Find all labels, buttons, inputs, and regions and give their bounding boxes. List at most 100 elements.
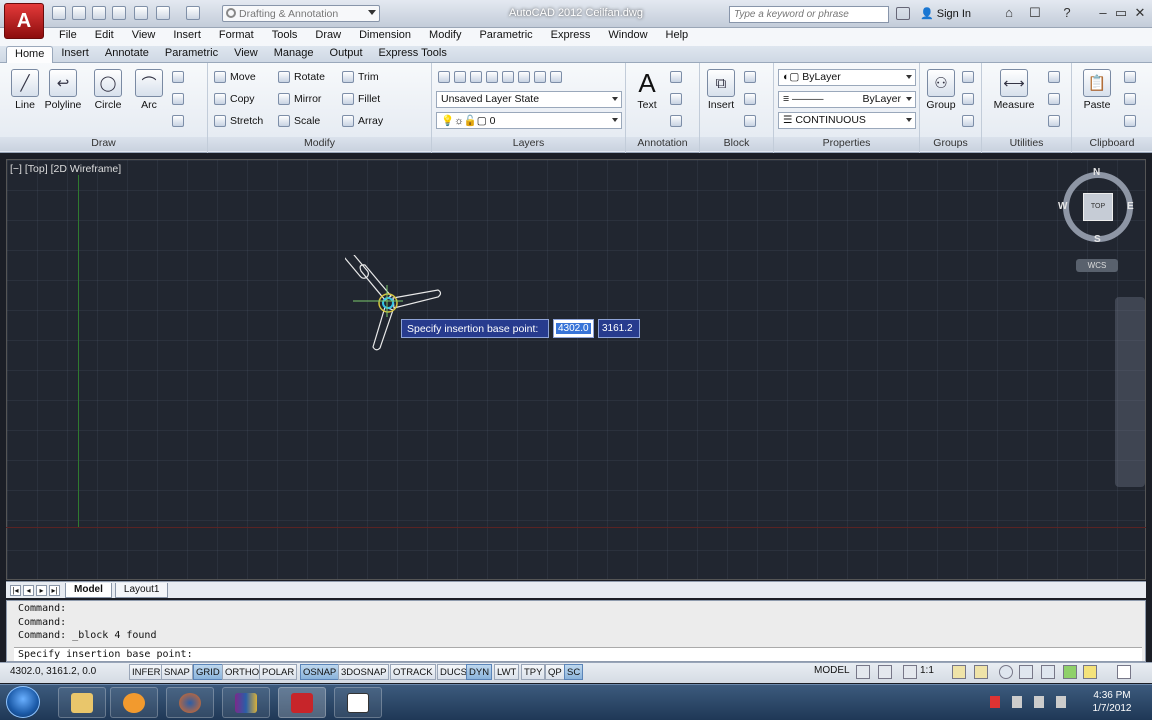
- layer-off-icon[interactable]: [454, 71, 466, 83]
- rotate-button[interactable]: Rotate: [278, 69, 325, 85]
- compass-south[interactable]: S: [1094, 234, 1101, 245]
- annotation-visibility-icon[interactable]: [952, 665, 966, 679]
- create-block-tool[interactable]: [744, 69, 760, 85]
- drawing-canvas[interactable]: [6, 159, 1146, 580]
- quick-select-tool[interactable]: [1048, 69, 1064, 85]
- status-toggle-3dosnap[interactable]: 3DOSNAP: [338, 664, 390, 680]
- status-toggle-sc[interactable]: SC: [564, 664, 584, 680]
- ungroup-tool[interactable]: [962, 69, 978, 85]
- application-menu-button[interactable]: A: [4, 3, 44, 39]
- cut-tool[interactable]: [1124, 69, 1140, 85]
- copy-clip-tool[interactable]: [1124, 91, 1140, 107]
- status-toggle-snap[interactable]: SNAP: [161, 664, 193, 680]
- quick-view-drawings-icon[interactable]: [878, 665, 892, 679]
- close-icon[interactable]: ✕: [1131, 5, 1149, 22]
- lightbulb-icon[interactable]: [1083, 665, 1097, 679]
- taskbar-winrar[interactable]: [222, 687, 270, 718]
- compass-west[interactable]: W: [1058, 201, 1067, 212]
- menu-format[interactable]: Format: [210, 28, 263, 46]
- viewcube-top-face[interactable]: TOP: [1083, 193, 1113, 221]
- x-coordinate-input[interactable]: 4302.0: [553, 319, 594, 338]
- tab-insert[interactable]: Insert: [53, 46, 97, 62]
- status-toggle-dyn[interactable]: DYN: [466, 664, 493, 680]
- menu-view[interactable]: View: [123, 28, 165, 46]
- taskbar-firefox[interactable]: [166, 687, 214, 718]
- menu-insert[interactable]: Insert: [164, 28, 210, 46]
- table-tool[interactable]: [670, 113, 686, 129]
- match-properties-tool[interactable]: [1124, 113, 1140, 129]
- layer-dropdown[interactable]: 💡☼🔓▢ 0: [436, 112, 622, 129]
- y-coordinate-input[interactable]: 3161.2: [598, 319, 640, 338]
- text-button[interactable]: A Text: [626, 68, 668, 112]
- annotation-scale-icon[interactable]: [903, 665, 917, 679]
- tab-manage[interactable]: Manage: [266, 46, 322, 62]
- group-select-tool[interactable]: [962, 113, 978, 129]
- clipboard-panel-label[interactable]: Clipboard: [1072, 137, 1152, 151]
- menu-help[interactable]: Help: [657, 28, 698, 46]
- scale-button[interactable]: Scale: [278, 113, 320, 129]
- circle-button[interactable]: ◯ Circle: [87, 69, 129, 111]
- status-toggle-lwt[interactable]: LWT: [494, 664, 520, 680]
- status-toggle-tpy[interactable]: TPY: [521, 664, 546, 680]
- menu-file[interactable]: File: [50, 28, 86, 46]
- binoculars-icon[interactable]: [896, 7, 910, 20]
- status-toggle-grid[interactable]: GRID: [193, 664, 223, 680]
- arc-button[interactable]: ⌒ Arc: [128, 69, 170, 111]
- help-comm-icon[interactable]: ☐: [1026, 5, 1044, 22]
- layer-properties-icon[interactable]: [438, 71, 450, 83]
- utilities-panel-label[interactable]: Utilities: [982, 137, 1071, 151]
- status-toggle-ducs[interactable]: DUCS: [437, 664, 470, 680]
- menu-parametric[interactable]: Parametric: [470, 28, 541, 46]
- layer-isolate-icon[interactable]: [470, 71, 482, 83]
- insert-block-button[interactable]: ⧉ Insert: [700, 69, 742, 111]
- first-tab-icon[interactable]: |◂: [10, 584, 21, 596]
- tray-flag-icon[interactable]: [1056, 696, 1066, 708]
- status-toggle-osnap[interactable]: OSNAP: [300, 664, 340, 680]
- edit-block-tool[interactable]: [744, 91, 760, 107]
- system-clock[interactable]: 4:36 PM 1/7/2012: [1080, 689, 1144, 715]
- tray-volume-icon[interactable]: [1012, 696, 1022, 708]
- lineweight-dropdown[interactable]: ≡ ——— ByLayer: [778, 91, 916, 108]
- menu-window[interactable]: Window: [599, 28, 656, 46]
- annotation-scale[interactable]: 1:1: [920, 665, 934, 676]
- menu-express[interactable]: Express: [542, 28, 600, 46]
- compass-east[interactable]: E: [1127, 201, 1134, 212]
- layer-state-dropdown[interactable]: Unsaved Layer State: [436, 91, 622, 108]
- tab-express-tools[interactable]: Express Tools: [371, 46, 455, 62]
- copy-button[interactable]: Copy: [214, 91, 255, 107]
- viewport-controls[interactable]: [−] [Top] [2D Wireframe]: [10, 163, 121, 175]
- search-input[interactable]: Type a keyword or phrase: [729, 6, 889, 23]
- maximize-icon[interactable]: ▭: [1112, 5, 1130, 22]
- tab-home[interactable]: Home: [6, 46, 54, 63]
- groups-panel-label[interactable]: Groups: [920, 137, 981, 151]
- tab-model[interactable]: Model: [65, 582, 112, 598]
- paste-button[interactable]: 📋 Paste: [1076, 69, 1118, 111]
- tab-output[interactable]: Output: [322, 46, 371, 62]
- block-panel-label[interactable]: Block: [700, 137, 773, 151]
- group-edit-tool[interactable]: [962, 91, 978, 107]
- leader-tool[interactable]: [670, 91, 686, 107]
- ellipse-tool[interactable]: [172, 91, 188, 107]
- clean-screen-icon[interactable]: [1117, 665, 1131, 679]
- lock-ui-icon[interactable]: [1019, 665, 1033, 679]
- modify-panel-label[interactable]: Modify: [208, 137, 431, 151]
- wcs-menu[interactable]: WCS: [1076, 259, 1118, 272]
- help-icon[interactable]: ?: [1058, 5, 1076, 22]
- menu-draw[interactable]: Draw: [306, 28, 350, 46]
- select-all-tool[interactable]: [1048, 91, 1064, 107]
- command-input[interactable]: Specify insertion base point:: [14, 647, 1142, 661]
- status-toggle-polar[interactable]: POLAR: [259, 664, 298, 680]
- coordinate-display[interactable]: 4302.0, 3161.2, 0.0: [10, 666, 96, 677]
- tab-annotate[interactable]: Annotate: [97, 46, 157, 62]
- tab-view[interactable]: View: [226, 46, 266, 62]
- move-button[interactable]: Move: [214, 69, 256, 85]
- layer-match-icon[interactable]: [518, 71, 530, 83]
- properties-panel-label[interactable]: Properties: [774, 137, 919, 151]
- next-tab-icon[interactable]: ▸: [36, 584, 47, 596]
- dimension-tool[interactable]: [670, 69, 686, 85]
- cart-icon[interactable]: ⌂: [1000, 5, 1018, 22]
- menu-dimension[interactable]: Dimension: [350, 28, 420, 46]
- status-toggle-ortho[interactable]: ORTHO: [222, 664, 263, 680]
- tray-alert-icon[interactable]: [990, 696, 1000, 708]
- navigation-bar[interactable]: [1115, 297, 1145, 487]
